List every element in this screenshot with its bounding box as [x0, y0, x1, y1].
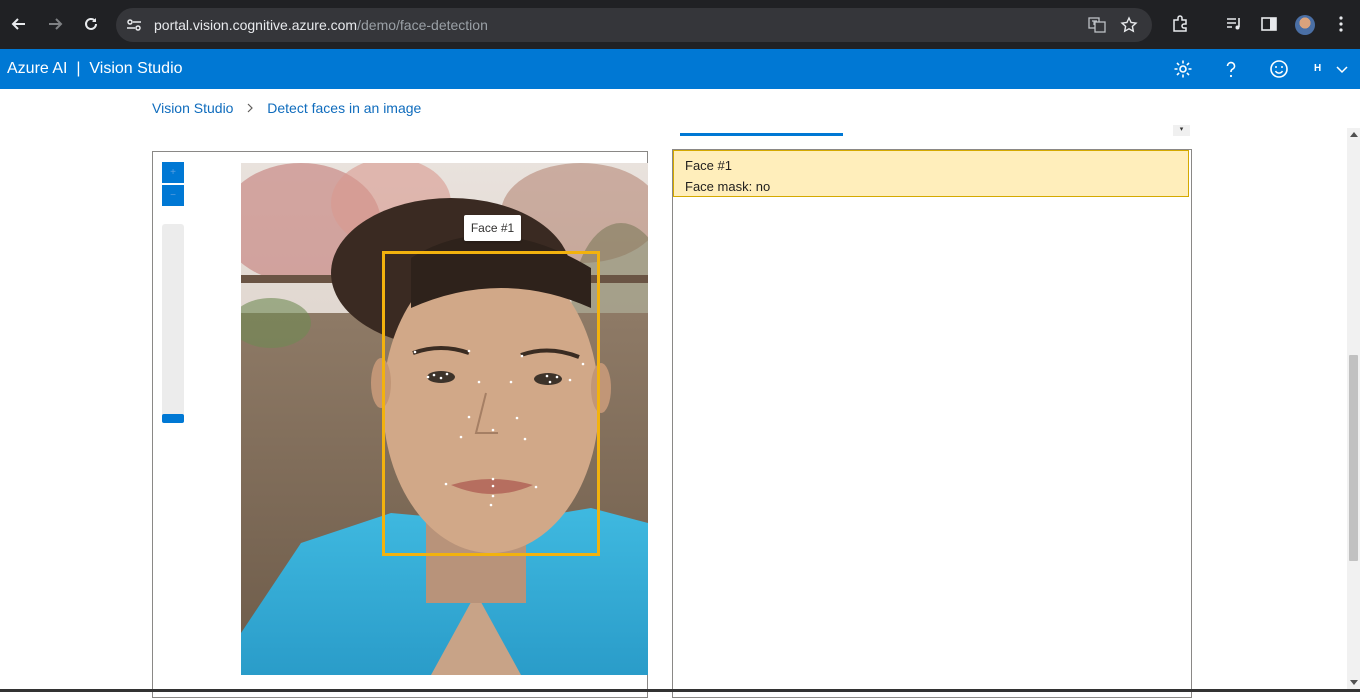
bookmark-star-icon[interactable]: [1120, 16, 1138, 34]
analyzed-photo: Face #1: [241, 163, 648, 675]
browser-toolbar: portal.vision.cognitive.azure.com/demo/f…: [0, 0, 1360, 49]
detection-results-panel: Face #1 Face mask: no: [672, 149, 1192, 698]
url-path: /demo/face-detection: [357, 17, 488, 33]
help-icon[interactable]: [1220, 58, 1242, 80]
zoom-out-button[interactable]: −: [162, 185, 184, 206]
active-tab-indicator: [680, 133, 843, 136]
app-header: Azure AI | Vision Studio H: [0, 49, 1360, 89]
zoom-in-button[interactable]: +: [162, 162, 184, 183]
breadcrumb-current[interactable]: Detect faces in an image: [267, 100, 421, 116]
chevron-down-icon[interactable]: [1331, 58, 1353, 80]
browser-menu-icon[interactable]: [1329, 12, 1353, 36]
breadcrumb-root-link[interactable]: Vision Studio: [152, 100, 233, 116]
back-icon[interactable]: [7, 12, 31, 36]
site-settings-icon[interactable]: [126, 17, 142, 33]
translate-icon[interactable]: [1088, 16, 1106, 34]
feedback-smiley-icon[interactable]: [1268, 58, 1290, 80]
user-initial[interactable]: H: [1314, 63, 1321, 74]
settings-gear-icon[interactable]: [1172, 58, 1194, 80]
face-bounding-box[interactable]: [382, 251, 600, 556]
profile-avatar[interactable]: [1295, 15, 1315, 35]
zoom-slider-thumb[interactable]: [162, 414, 184, 423]
page-scrollbar[interactable]: [1347, 128, 1360, 692]
address-bar[interactable]: portal.vision.cognitive.azure.com/demo/f…: [116, 8, 1152, 42]
url-host: portal.vision.cognitive.azure.com: [154, 17, 358, 33]
face-mask-status: Face mask: no: [685, 179, 771, 194]
reload-icon[interactable]: [79, 12, 103, 36]
face-result-item[interactable]: Face #1 Face mask: no: [673, 150, 1189, 197]
face-result-title: Face #1: [685, 158, 732, 173]
page-scroll-thumb[interactable]: [1349, 355, 1358, 561]
image-viewer-panel: + − Face #1: [152, 151, 648, 698]
address-url: portal.vision.cognitive.azure.com/demo/f…: [154, 17, 488, 33]
chevron-right-icon: [246, 100, 254, 116]
media-control-icon[interactable]: [1222, 12, 1246, 36]
panel-scroll-arrow-icon[interactable]: ▾: [1173, 125, 1190, 136]
face-box-label: Face #1: [464, 215, 521, 241]
app-title[interactable]: Azure AI | Vision Studio: [7, 60, 183, 78]
extensions-icon[interactable]: [1168, 12, 1192, 36]
zoom-slider-track[interactable]: [162, 224, 184, 422]
side-panel-icon[interactable]: [1257, 12, 1281, 36]
breadcrumb: Vision Studio Detect faces in an image: [152, 100, 421, 116]
scroll-up-arrow-icon[interactable]: [1350, 132, 1358, 137]
forward-icon[interactable]: [43, 12, 67, 36]
scroll-down-arrow-icon[interactable]: [1350, 680, 1358, 685]
